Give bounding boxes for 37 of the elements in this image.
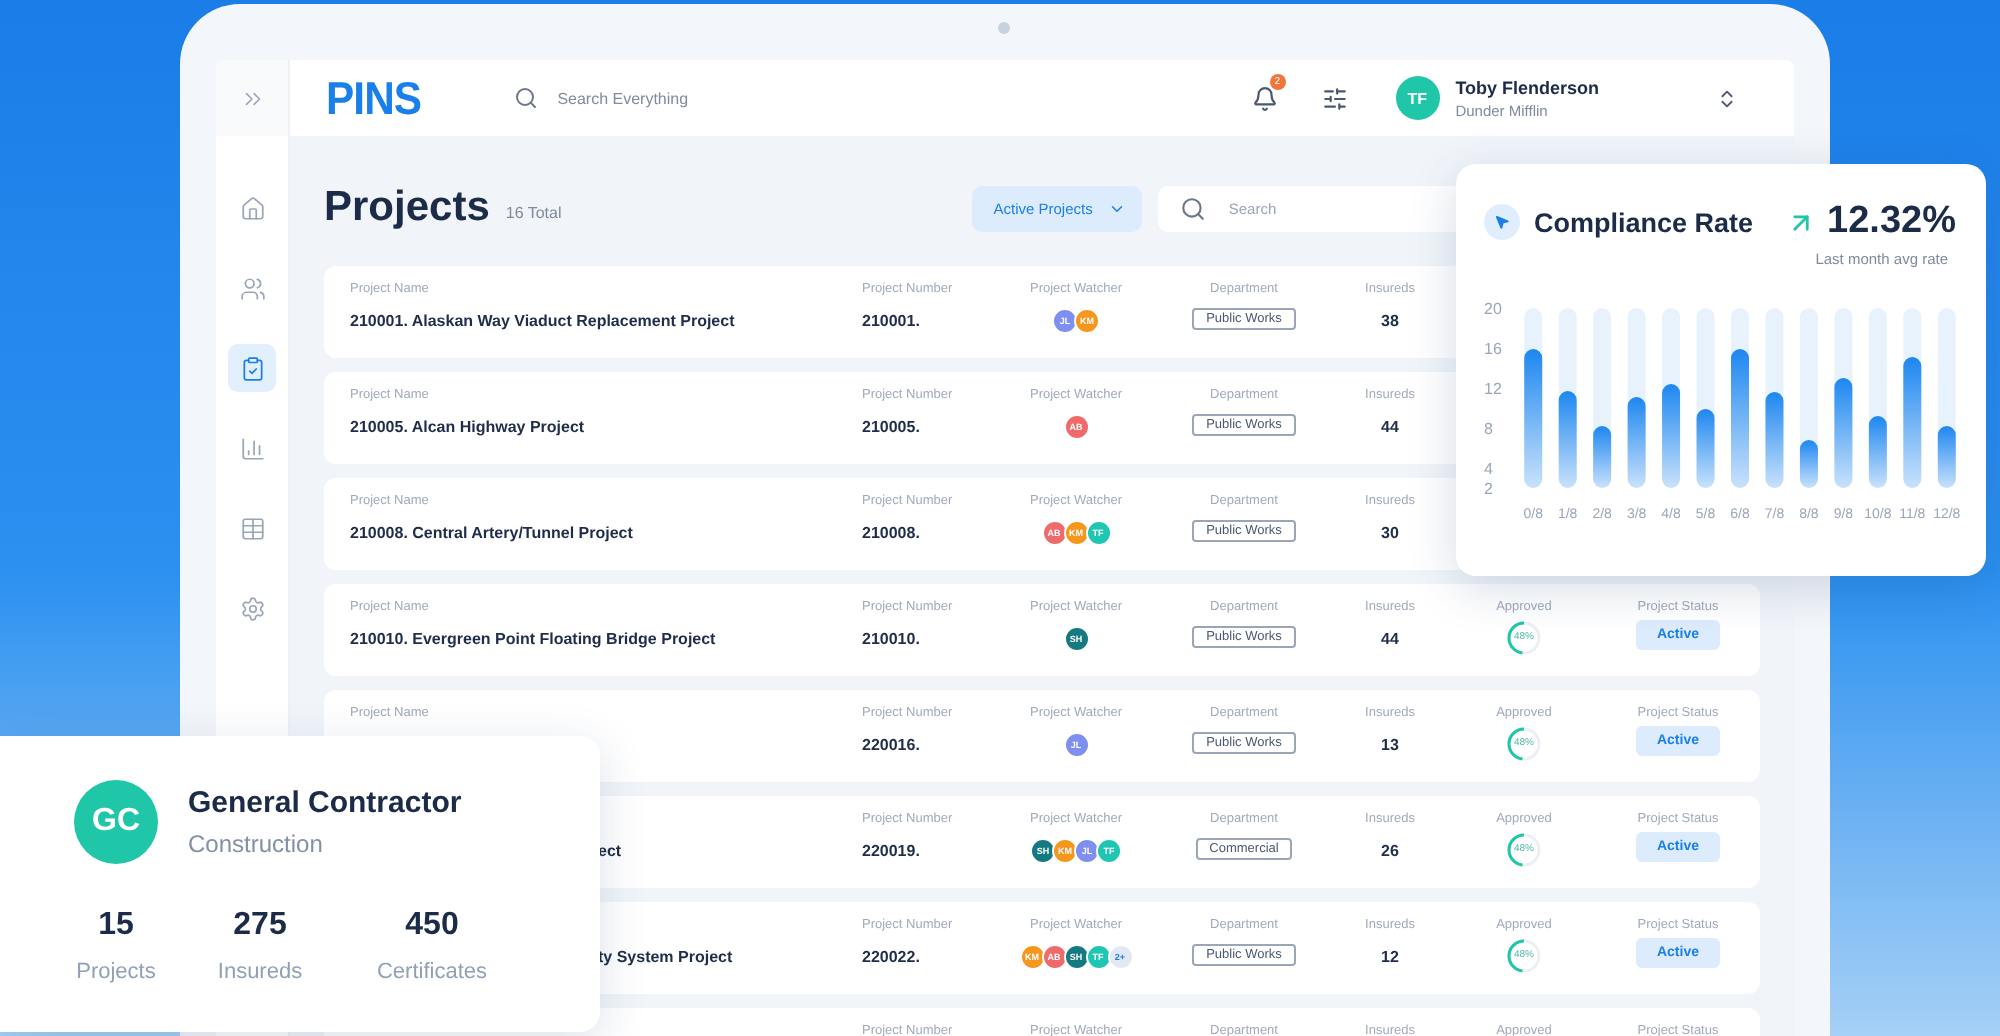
stat-label: Certificates xyxy=(376,960,488,984)
insureds-count: 38 xyxy=(1381,312,1399,330)
stat-label: Insureds xyxy=(217,960,303,984)
project-name: 210001. Alaskan Way Viaduct Replacement Project xyxy=(350,312,735,330)
project-number: 210010. xyxy=(862,630,920,648)
axis-label: 8 xyxy=(1484,420,1493,438)
project-name: 210008. Central Artery/Tunnel Project xyxy=(350,524,633,542)
insureds-count: 13 xyxy=(1381,736,1399,754)
card-title: Compliance Rate xyxy=(1534,207,1754,237)
compliance-rate: 12.32% xyxy=(1827,200,1956,244)
user-name: Toby Flenderson xyxy=(1455,77,1600,97)
project-name: 210005. Alcan Highway Project xyxy=(350,418,585,436)
project-number: 210008. xyxy=(862,524,920,542)
stat-value: 450 xyxy=(405,908,459,944)
axis-label: 16 xyxy=(1484,340,1502,358)
stat-value: 275 xyxy=(233,908,287,944)
insureds-count: 44 xyxy=(1381,418,1399,436)
contractor-avatar: GC xyxy=(74,780,158,864)
total-count: 16 Total xyxy=(505,204,562,222)
project-number: 220016. xyxy=(862,736,920,754)
insureds-count: 30 xyxy=(1381,524,1399,542)
page-title: Projects xyxy=(324,184,490,232)
insureds-count: 26 xyxy=(1381,842,1399,860)
insureds-count: 12 xyxy=(1381,948,1399,966)
stat-label: Projects xyxy=(76,960,156,984)
contractor-subtitle: Construction xyxy=(188,830,325,858)
axis-label: 4 xyxy=(1484,460,1493,478)
project-number: 220022. xyxy=(862,948,920,966)
project-number: 220019. xyxy=(862,842,920,860)
axis-label: 2 xyxy=(1484,480,1493,498)
axis-label: 12 xyxy=(1484,380,1502,398)
insureds-count: 44 xyxy=(1381,630,1399,648)
stat-value: 15 xyxy=(98,908,134,944)
project-name: 210010. Evergreen Point Floating Bridge Project xyxy=(350,630,716,648)
axis-label: 20 xyxy=(1484,300,1502,318)
project-number: 210005. xyxy=(862,418,920,436)
project-number: 210001. xyxy=(862,312,920,330)
